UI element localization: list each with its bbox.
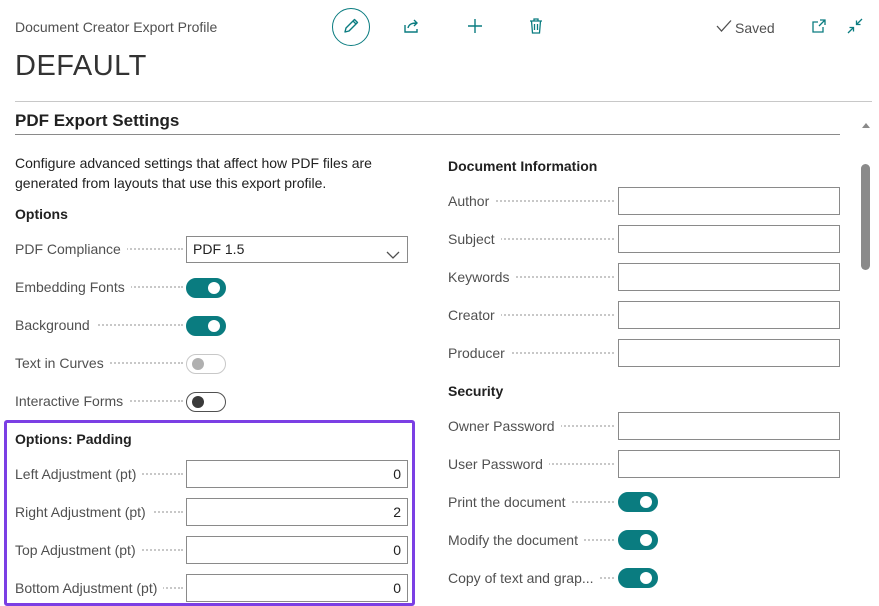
share-button[interactable] [400,15,424,39]
bottom-adjustment-label: Bottom Adjustment (pt) [15,580,183,596]
header-divider [15,101,872,102]
print-document-label: Print the document [448,494,614,510]
security-heading: Security [448,383,504,399]
top-adjustment-input[interactable]: 0 [186,536,408,564]
embedding-fonts-toggle[interactable] [186,278,226,298]
saved-status: Saved [716,19,775,36]
keywords-input[interactable] [618,263,840,291]
right-adjustment-input[interactable]: 2 [186,498,408,526]
toggle-knob [192,396,204,408]
chevron-down-icon [386,243,400,268]
toggle-knob [208,320,220,332]
plus-icon [466,17,484,38]
pdf-compliance-label: PDF Compliance [15,241,183,257]
collapse-icon [846,17,864,38]
modify-document-toggle[interactable] [618,530,658,550]
saved-label: Saved [735,19,775,36]
subject-label: Subject [448,231,614,247]
section-title[interactable]: PDF Export Settings [15,111,179,131]
new-button[interactable] [463,15,487,39]
toggle-knob [208,282,220,294]
owner-password-input[interactable] [618,412,840,440]
top-adjustment-label: Top Adjustment (pt) [15,542,183,558]
edit-button[interactable] [332,8,370,46]
author-label: Author [448,193,614,209]
right-adjustment-label: Right Adjustment (pt) [15,504,183,520]
scroll-up-arrow-icon[interactable] [860,118,872,130]
producer-label: Producer [448,345,614,361]
pdf-compliance-select[interactable]: PDF 1.5 [186,236,408,263]
user-password-input[interactable] [618,450,840,478]
record-title: DEFAULT [15,50,147,82]
section-divider [15,134,840,135]
keywords-label: Keywords [448,269,614,285]
popout-icon [810,17,828,38]
producer-input[interactable] [618,339,840,367]
embedding-fonts-label: Embedding Fonts [15,279,183,295]
section-description: Configure advanced settings that affect … [15,155,372,191]
subject-input[interactable] [618,225,840,253]
left-adjustment-label: Left Adjustment (pt) [15,466,183,482]
check-icon [716,19,732,36]
left-adjustment-input[interactable]: 0 [186,460,408,488]
background-label: Background [15,317,183,333]
toggle-knob [192,358,204,370]
bottom-adjustment-input[interactable]: 0 [186,574,408,602]
creator-label: Creator [448,307,614,323]
page-app-title: Document Creator Export Profile [15,19,218,35]
pdf-compliance-value: PDF 1.5 [193,241,245,257]
text-in-curves-label: Text in Curves [15,355,183,371]
copy-text-label: Copy of text and grap... [448,570,614,586]
toggle-knob [640,534,652,546]
interactive-forms-label: Interactive Forms [15,393,183,409]
pencil-icon [342,17,360,38]
copy-text-toggle[interactable] [618,568,658,588]
share-icon [403,17,421,38]
toggle-knob [640,572,652,584]
padding-heading: Options: Padding [15,431,132,447]
author-input[interactable] [618,187,840,215]
print-document-toggle[interactable] [618,492,658,512]
modify-document-label: Modify the document [448,532,614,548]
creator-input[interactable] [618,301,840,329]
collapse-button[interactable] [844,16,866,38]
owner-password-label: Owner Password [448,418,614,434]
interactive-forms-toggle[interactable] [186,392,226,412]
scrollbar-thumb[interactable] [861,164,870,270]
delete-button[interactable] [524,15,548,39]
trash-icon [527,17,545,38]
toggle-knob [640,496,652,508]
background-toggle[interactable] [186,316,226,336]
open-new-window-button[interactable] [808,16,830,38]
document-information-heading: Document Information [448,158,598,174]
user-password-label: User Password [448,456,614,472]
text-in-curves-toggle[interactable] [186,354,226,374]
options-heading: Options [15,206,68,222]
